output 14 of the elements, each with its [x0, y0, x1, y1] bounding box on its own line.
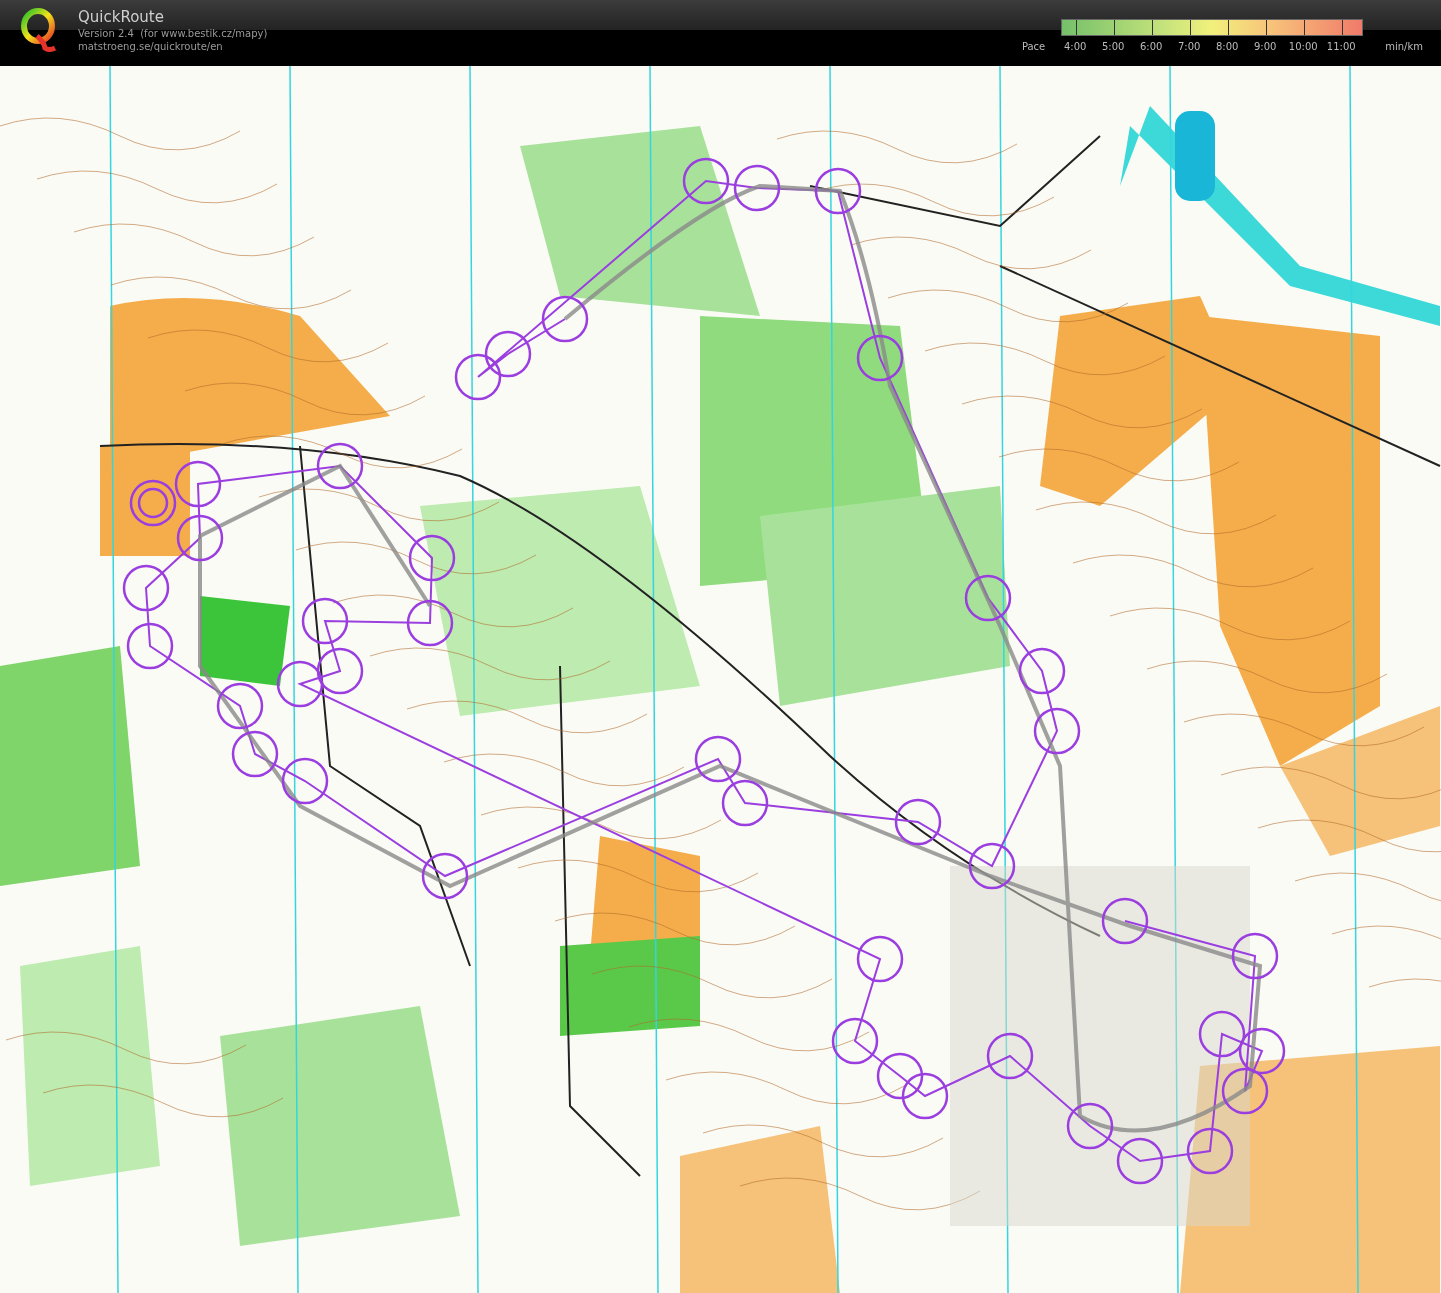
pace-tick-label: 7:00: [1177, 40, 1202, 54]
app-logo-icon: [19, 6, 59, 52]
pace-tick-label: 4:00: [1063, 40, 1088, 54]
app-title: QuickRoute: [78, 7, 165, 27]
pace-unit-label: min/km: [1385, 40, 1423, 54]
pace-label: Pace: [1021, 40, 1046, 54]
pace-tick-label: 5:00: [1101, 40, 1126, 54]
pace-tick-label: 6:00: [1139, 40, 1164, 54]
pace-tick-label: 8:00: [1215, 40, 1240, 54]
website-link[interactable]: matstroeng.se/quickroute/en: [78, 40, 268, 53]
pace-tick-label: 9:00: [1253, 40, 1278, 54]
pace-tick-label: 10:00: [1287, 40, 1319, 54]
version-text: Version 2.4 (for www.bestik.cz/mapy): [78, 27, 268, 40]
pace-tick-label: 11:00: [1325, 40, 1357, 54]
